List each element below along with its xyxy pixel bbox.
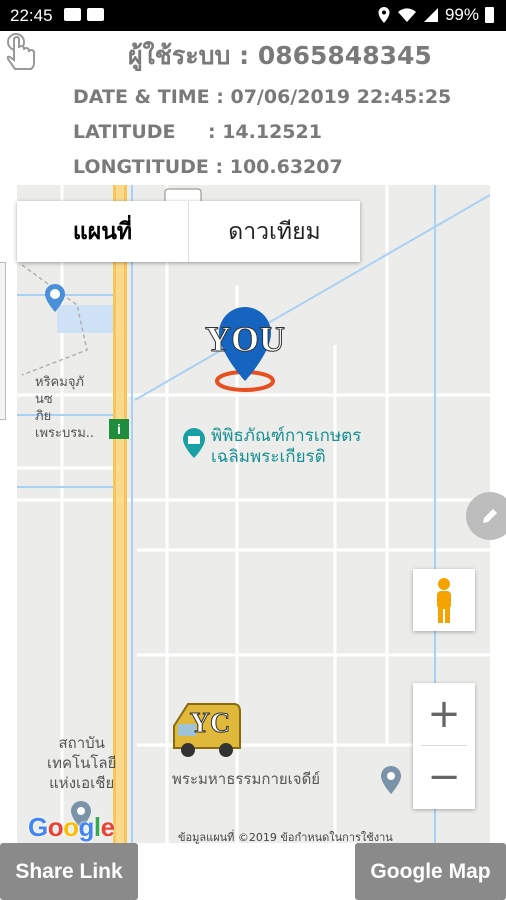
status-bar: 22:45 99% [0,0,506,31]
edit-button[interactable] [466,492,506,540]
google-logo: Google [28,812,115,842]
location-icon [378,7,390,23]
youtube-icon [87,8,104,21]
map-type-satellite[interactable]: ดาวเทียม [189,201,360,262]
notification-icon [64,8,81,21]
zoom-controls: + − [413,683,475,809]
route-badge-icon: i [109,419,129,439]
temple-label: พระมหาธรรมกายเจดีย์ [172,770,321,788]
wifi-icon [397,8,416,22]
touch-hand-icon[interactable] [2,30,42,78]
map-type-toggle: แผนที่ ดาวเทียม [17,201,360,262]
map-label-topleft: หริคมจุภั นซ ภิย เพระบรม.. [35,375,95,441]
latitude-label: LATITUDE [73,121,176,143]
side-drawer-handle[interactable] [0,262,6,420]
yc-marker-text: YC [190,708,230,739]
museum-pin-icon[interactable] [181,427,207,459]
pencil-icon [483,509,497,523]
street-view-button[interactable] [413,569,475,631]
datetime-text: DATE & TIME : 07/06/2019 22:45:25 [73,86,452,108]
museum-label: พิพิธภัณฑ์การเกษตร เฉลิมพระเกียรติ [211,426,362,467]
temple-pin-icon[interactable] [379,765,403,795]
google-map-button[interactable]: Google Map [355,843,506,900]
signal-icon [423,8,438,22]
latitude-row: LATITUDE : 14.12521 [73,121,322,143]
map-type-map[interactable]: แผนที่ [17,201,188,262]
place-pin-icon[interactable] [43,283,67,313]
pegman-icon [437,578,451,623]
battery-percent: 99% [444,5,479,24]
you-location-marker[interactable]: YOU [198,305,292,397]
user-phone-title: ผู้ใช้ระบบ : 0865848345 [128,41,432,70]
latitude-value: : 14.12521 [208,121,322,143]
institute-label: สถาบัน เทคโนโลยี แห่งเอเชีย [47,734,117,792]
yc-vehicle-marker[interactable]: YC [168,696,244,760]
longitude-text: LONGTITUDE : 100.63207 [73,156,343,178]
share-link-button[interactable]: Share Link [0,843,138,900]
zoom-in-button[interactable]: + [413,683,475,745]
you-marker-text: YOU [205,319,285,359]
battery-icon [485,7,494,23]
status-right: 99% [377,5,494,25]
zoom-out-button[interactable]: − [413,746,475,808]
status-time: 22:45 [10,6,53,25]
